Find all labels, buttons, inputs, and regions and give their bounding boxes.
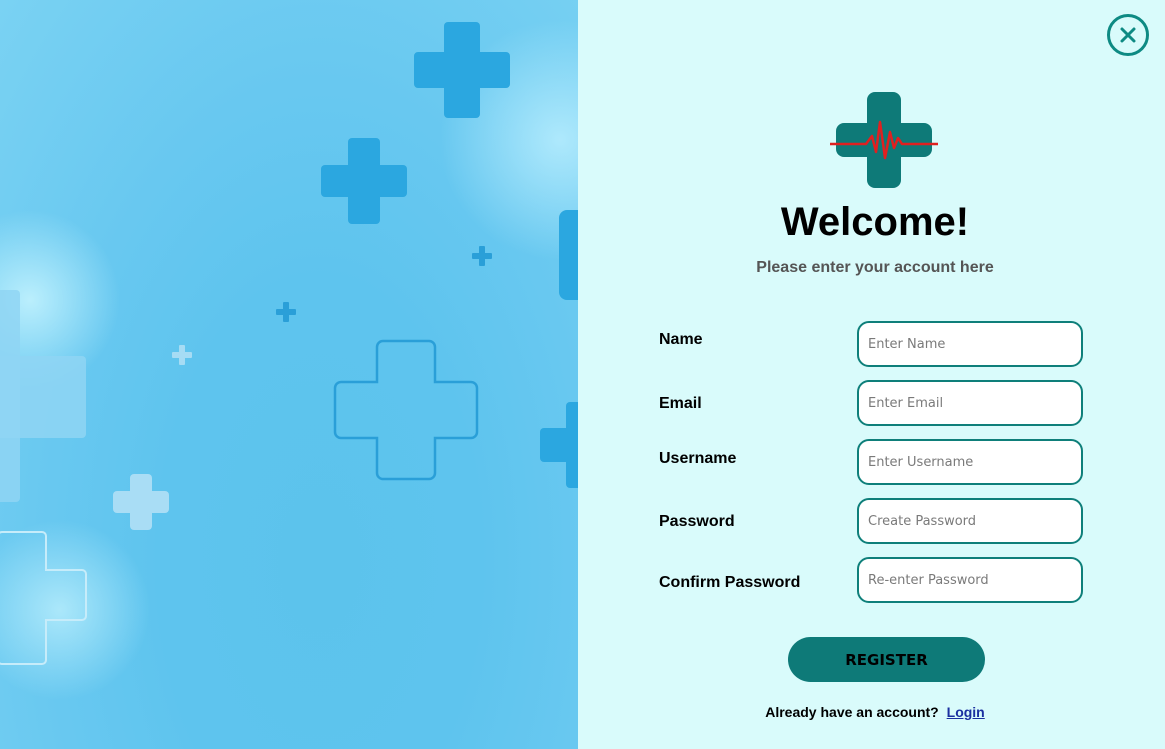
medical-cross-decoration — [172, 345, 192, 365]
decorative-medical-background — [0, 0, 578, 749]
password-input[interactable] — [857, 498, 1083, 544]
login-prompt-text: Already have an account? — [765, 704, 939, 720]
medical-cross-decoration — [0, 290, 86, 502]
name-input[interactable] — [857, 321, 1083, 367]
password-label: Password — [659, 513, 735, 530]
name-label: Name — [659, 331, 703, 348]
login-prompt: Already have an account? Login — [700, 704, 1050, 720]
medical-cross-decoration — [414, 22, 510, 118]
medical-cross-outline-decoration — [333, 339, 479, 481]
register-button[interactable]: REGISTER — [788, 637, 985, 682]
close-icon — [1120, 27, 1136, 43]
login-link[interactable]: Login — [947, 704, 985, 720]
confirm-password-label: Confirm Password — [659, 574, 801, 591]
username-input[interactable] — [857, 439, 1083, 485]
medical-cross-outline-decoration — [0, 531, 87, 665]
page-subtitle: Please enter your account here — [756, 259, 994, 276]
medical-cross-decoration — [559, 210, 578, 300]
medical-cross-decoration — [321, 138, 407, 224]
confirm-password-input[interactable] — [857, 557, 1083, 603]
medical-cross-decoration — [472, 246, 492, 266]
medical-cross-heartbeat-icon — [830, 92, 938, 188]
medical-cross-decoration — [276, 302, 296, 322]
medical-cross-decoration — [540, 402, 578, 488]
medical-cross-decoration — [113, 474, 169, 530]
close-button[interactable] — [1107, 14, 1149, 56]
page-title: Welcome! — [780, 200, 970, 244]
email-label: Email — [659, 395, 702, 412]
email-input[interactable] — [857, 380, 1083, 426]
username-label: Username — [659, 450, 737, 467]
